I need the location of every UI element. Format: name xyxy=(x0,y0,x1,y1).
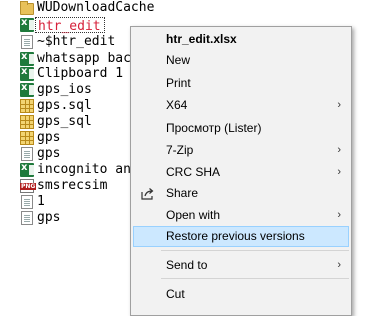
selection-box: htr_edit xyxy=(35,17,105,34)
file-name: htr_edit xyxy=(38,19,101,34)
menu-item-crc-sha[interactable]: CRC SHA › xyxy=(133,162,349,183)
menu-item-print[interactable]: Print xyxy=(133,73,349,94)
excel-file-icon xyxy=(20,82,34,97)
document-file-icon xyxy=(21,147,33,161)
menu-item-label: CRC SHA xyxy=(166,165,221,179)
menu-item-label: Open with xyxy=(166,208,221,222)
chevron-right-icon: › xyxy=(337,259,341,271)
database-file-icon xyxy=(20,99,34,113)
file-name: gps xyxy=(37,146,61,161)
database-file-icon xyxy=(20,115,34,129)
menu-item-label: Share xyxy=(166,186,199,200)
menu-item-label: X64 xyxy=(166,98,188,112)
menu-item-label: 7-Zip xyxy=(166,143,194,157)
file-name: smsrecsim xyxy=(37,178,108,193)
menu-item-7zip[interactable]: 7-Zip › xyxy=(133,140,349,161)
document-file-icon xyxy=(21,211,33,225)
menu-item-send-to[interactable]: Send to › xyxy=(133,255,349,276)
database-file-icon xyxy=(20,131,34,145)
excel-file-icon xyxy=(20,17,34,32)
menu-item-label: Cut xyxy=(166,287,185,301)
file-row-wudownloadcache[interactable]: WUDownloadCache xyxy=(0,0,383,16)
document-file-icon xyxy=(21,35,33,49)
menu-item-restore-previous-versions[interactable]: Restore previous versions xyxy=(133,226,349,247)
chevron-right-icon: › xyxy=(337,209,341,221)
menu-item-label: Send to xyxy=(166,258,208,272)
chevron-right-icon: › xyxy=(337,99,341,111)
menu-item-new[interactable]: New xyxy=(133,50,349,71)
file-name: 1 xyxy=(37,194,45,209)
file-name: gps.sql xyxy=(37,98,92,113)
menu-title: htr_edit.xlsx xyxy=(133,29,349,50)
menu-separator xyxy=(161,278,349,279)
folder-icon xyxy=(20,1,34,15)
context-menu: htr_edit.xlsx New Print X64 › Просмотр (… xyxy=(130,26,352,316)
excel-file-icon xyxy=(20,162,34,177)
menu-item-label: Restore previous versions xyxy=(166,229,305,243)
menu-item-x64[interactable]: X64 › xyxy=(133,95,349,116)
share-icon xyxy=(141,188,154,200)
chevron-right-icon: › xyxy=(337,144,341,156)
file-name: gps xyxy=(37,130,61,145)
menu-item-share[interactable]: Share xyxy=(133,183,349,204)
file-name: gps_ios xyxy=(37,82,92,97)
png-file-icon xyxy=(20,179,37,193)
excel-file-icon xyxy=(20,66,34,81)
menu-item-label: Просмотр (Lister) xyxy=(166,121,262,135)
excel-file-icon xyxy=(20,51,34,66)
menu-item-label: Print xyxy=(166,76,191,90)
file-name: Clipboard 1 xyxy=(37,66,124,81)
chevron-right-icon: › xyxy=(337,166,341,178)
document-file-icon xyxy=(21,195,33,209)
file-name: ~$htr_edit xyxy=(37,34,116,49)
menu-item-lister[interactable]: Просмотр (Lister) xyxy=(133,118,349,139)
menu-separator xyxy=(161,250,349,251)
menu-title-label: htr_edit.xlsx xyxy=(166,32,237,46)
file-name: WUDownloadCache xyxy=(37,0,155,15)
menu-item-open-with[interactable]: Open with › xyxy=(133,205,349,226)
menu-item-cut[interactable]: Cut xyxy=(133,284,349,305)
menu-item-label: New xyxy=(166,53,191,67)
file-name: gps xyxy=(37,210,61,225)
file-name: gps_sql xyxy=(37,114,92,129)
